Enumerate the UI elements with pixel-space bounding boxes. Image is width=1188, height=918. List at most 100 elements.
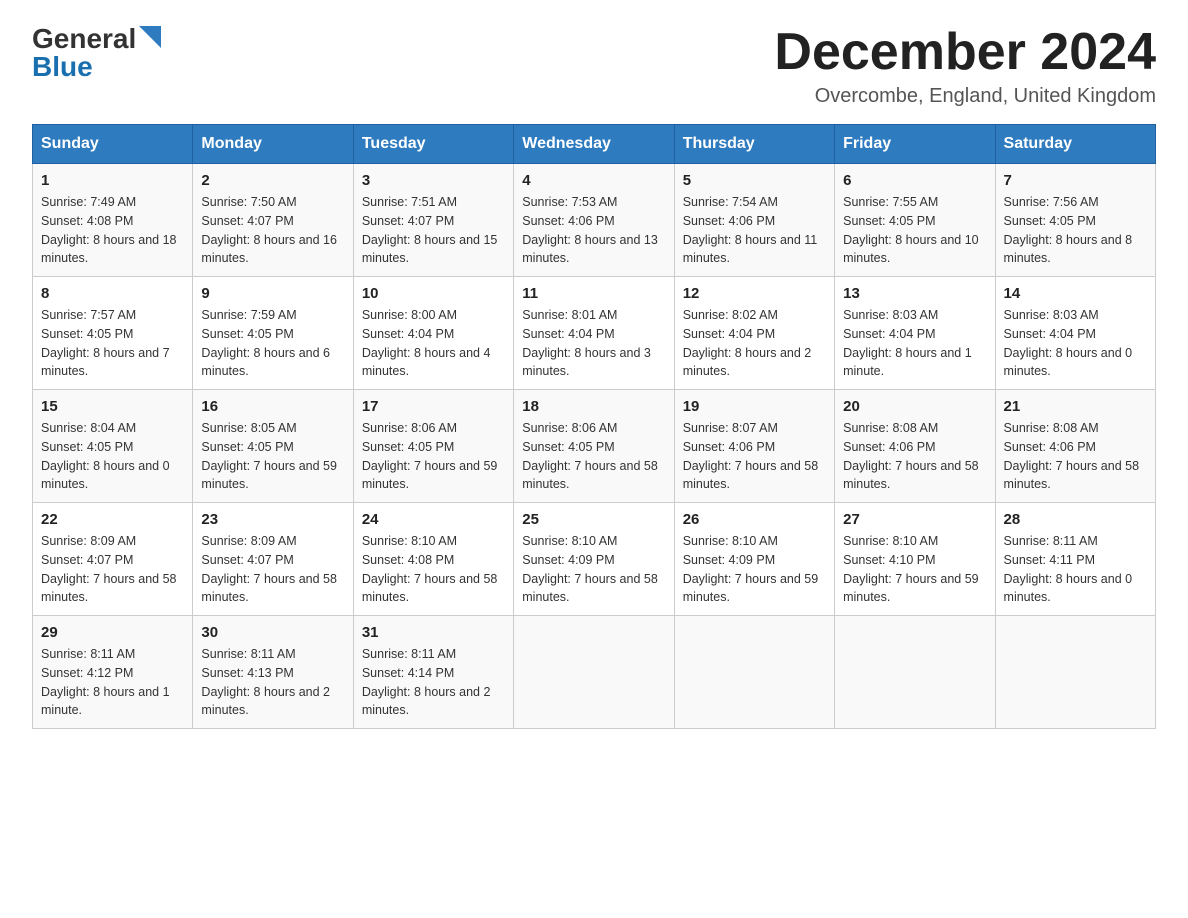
day-number: 27 [843, 511, 986, 528]
day-info: Sunrise: 7:55 AM Sunset: 4:05 PM Dayligh… [843, 193, 986, 268]
day-number: 1 [41, 172, 184, 189]
day-cell: 9 Sunrise: 7:59 AM Sunset: 4:05 PM Dayli… [193, 277, 353, 390]
day-cell: 22 Sunrise: 8:09 AM Sunset: 4:07 PM Dayl… [33, 503, 193, 616]
day-cell: 30 Sunrise: 8:11 AM Sunset: 4:13 PM Dayl… [193, 616, 353, 729]
day-cell: 29 Sunrise: 8:11 AM Sunset: 4:12 PM Dayl… [33, 616, 193, 729]
day-info: Sunrise: 7:54 AM Sunset: 4:06 PM Dayligh… [683, 193, 826, 268]
day-number: 3 [362, 172, 505, 189]
header-cell-tuesday: Tuesday [353, 125, 513, 164]
day-number: 9 [201, 285, 344, 302]
logo-arrow-icon [139, 26, 161, 48]
week-row-1: 1 Sunrise: 7:49 AM Sunset: 4:08 PM Dayli… [33, 164, 1156, 277]
day-number: 20 [843, 398, 986, 415]
day-cell: 18 Sunrise: 8:06 AM Sunset: 4:05 PM Dayl… [514, 390, 674, 503]
day-number: 12 [683, 285, 826, 302]
day-cell: 13 Sunrise: 8:03 AM Sunset: 4:04 PM Dayl… [835, 277, 995, 390]
day-cell: 24 Sunrise: 8:10 AM Sunset: 4:08 PM Dayl… [353, 503, 513, 616]
page-header: General Blue December 2024 Overcombe, En… [32, 24, 1156, 108]
day-info: Sunrise: 7:56 AM Sunset: 4:05 PM Dayligh… [1004, 193, 1147, 268]
day-cell: 16 Sunrise: 8:05 AM Sunset: 4:05 PM Dayl… [193, 390, 353, 503]
day-number: 24 [362, 511, 505, 528]
header-cell-sunday: Sunday [33, 125, 193, 164]
day-cell: 14 Sunrise: 8:03 AM Sunset: 4:04 PM Dayl… [995, 277, 1155, 390]
day-info: Sunrise: 8:06 AM Sunset: 4:05 PM Dayligh… [362, 419, 505, 494]
day-info: Sunrise: 8:11 AM Sunset: 4:12 PM Dayligh… [41, 645, 184, 720]
day-info: Sunrise: 7:53 AM Sunset: 4:06 PM Dayligh… [522, 193, 665, 268]
day-info: Sunrise: 8:08 AM Sunset: 4:06 PM Dayligh… [1004, 419, 1147, 494]
day-info: Sunrise: 8:10 AM Sunset: 4:09 PM Dayligh… [683, 532, 826, 607]
day-info: Sunrise: 7:59 AM Sunset: 4:05 PM Dayligh… [201, 306, 344, 381]
day-cell: 21 Sunrise: 8:08 AM Sunset: 4:06 PM Dayl… [995, 390, 1155, 503]
day-info: Sunrise: 8:09 AM Sunset: 4:07 PM Dayligh… [41, 532, 184, 607]
header-cell-friday: Friday [835, 125, 995, 164]
day-info: Sunrise: 8:01 AM Sunset: 4:04 PM Dayligh… [522, 306, 665, 381]
day-number: 29 [41, 624, 184, 641]
day-number: 17 [362, 398, 505, 415]
day-info: Sunrise: 8:11 AM Sunset: 4:14 PM Dayligh… [362, 645, 505, 720]
day-cell: 23 Sunrise: 8:09 AM Sunset: 4:07 PM Dayl… [193, 503, 353, 616]
day-number: 31 [362, 624, 505, 641]
day-cell: 11 Sunrise: 8:01 AM Sunset: 4:04 PM Dayl… [514, 277, 674, 390]
day-cell: 15 Sunrise: 8:04 AM Sunset: 4:05 PM Dayl… [33, 390, 193, 503]
day-cell: 8 Sunrise: 7:57 AM Sunset: 4:05 PM Dayli… [33, 277, 193, 390]
day-cell: 10 Sunrise: 8:00 AM Sunset: 4:04 PM Dayl… [353, 277, 513, 390]
day-info: Sunrise: 8:11 AM Sunset: 4:11 PM Dayligh… [1004, 532, 1147, 607]
day-cell [674, 616, 834, 729]
header-row: SundayMondayTuesdayWednesdayThursdayFrid… [33, 125, 1156, 164]
day-info: Sunrise: 8:10 AM Sunset: 4:09 PM Dayligh… [522, 532, 665, 607]
month-title: December 2024 [774, 24, 1156, 81]
day-info: Sunrise: 8:02 AM Sunset: 4:04 PM Dayligh… [683, 306, 826, 381]
day-info: Sunrise: 7:49 AM Sunset: 4:08 PM Dayligh… [41, 193, 184, 268]
day-info: Sunrise: 8:06 AM Sunset: 4:05 PM Dayligh… [522, 419, 665, 494]
day-cell: 7 Sunrise: 7:56 AM Sunset: 4:05 PM Dayli… [995, 164, 1155, 277]
day-cell: 4 Sunrise: 7:53 AM Sunset: 4:06 PM Dayli… [514, 164, 674, 277]
day-number: 6 [843, 172, 986, 189]
day-cell: 6 Sunrise: 7:55 AM Sunset: 4:05 PM Dayli… [835, 164, 995, 277]
day-number: 8 [41, 285, 184, 302]
day-info: Sunrise: 7:57 AM Sunset: 4:05 PM Dayligh… [41, 306, 184, 381]
day-cell: 26 Sunrise: 8:10 AM Sunset: 4:09 PM Dayl… [674, 503, 834, 616]
day-info: Sunrise: 8:00 AM Sunset: 4:04 PM Dayligh… [362, 306, 505, 381]
logo-blue: Blue [32, 53, 93, 81]
week-row-3: 15 Sunrise: 8:04 AM Sunset: 4:05 PM Dayl… [33, 390, 1156, 503]
day-number: 2 [201, 172, 344, 189]
day-info: Sunrise: 8:10 AM Sunset: 4:10 PM Dayligh… [843, 532, 986, 607]
day-cell: 19 Sunrise: 8:07 AM Sunset: 4:06 PM Dayl… [674, 390, 834, 503]
logo-general: General [32, 25, 136, 53]
day-number: 19 [683, 398, 826, 415]
day-cell: 5 Sunrise: 7:54 AM Sunset: 4:06 PM Dayli… [674, 164, 834, 277]
day-number: 4 [522, 172, 665, 189]
day-number: 7 [1004, 172, 1147, 189]
calendar-body: 1 Sunrise: 7:49 AM Sunset: 4:08 PM Dayli… [33, 164, 1156, 729]
day-info: Sunrise: 8:05 AM Sunset: 4:05 PM Dayligh… [201, 419, 344, 494]
day-cell [995, 616, 1155, 729]
day-info: Sunrise: 8:08 AM Sunset: 4:06 PM Dayligh… [843, 419, 986, 494]
logo: General Blue [32, 24, 161, 81]
day-number: 22 [41, 511, 184, 528]
day-cell: 3 Sunrise: 7:51 AM Sunset: 4:07 PM Dayli… [353, 164, 513, 277]
day-info: Sunrise: 7:51 AM Sunset: 4:07 PM Dayligh… [362, 193, 505, 268]
week-row-2: 8 Sunrise: 7:57 AM Sunset: 4:05 PM Dayli… [33, 277, 1156, 390]
header-cell-thursday: Thursday [674, 125, 834, 164]
day-number: 5 [683, 172, 826, 189]
day-number: 14 [1004, 285, 1147, 302]
day-info: Sunrise: 8:11 AM Sunset: 4:13 PM Dayligh… [201, 645, 344, 720]
day-number: 21 [1004, 398, 1147, 415]
day-number: 23 [201, 511, 344, 528]
day-info: Sunrise: 8:10 AM Sunset: 4:08 PM Dayligh… [362, 532, 505, 607]
day-info: Sunrise: 8:07 AM Sunset: 4:06 PM Dayligh… [683, 419, 826, 494]
day-number: 16 [201, 398, 344, 415]
day-number: 18 [522, 398, 665, 415]
title-area: December 2024 Overcombe, England, United… [774, 24, 1156, 108]
day-cell: 1 Sunrise: 7:49 AM Sunset: 4:08 PM Dayli… [33, 164, 193, 277]
day-number: 11 [522, 285, 665, 302]
day-info: Sunrise: 8:09 AM Sunset: 4:07 PM Dayligh… [201, 532, 344, 607]
day-info: Sunrise: 8:03 AM Sunset: 4:04 PM Dayligh… [843, 306, 986, 381]
day-info: Sunrise: 8:04 AM Sunset: 4:05 PM Dayligh… [41, 419, 184, 494]
day-number: 30 [201, 624, 344, 641]
day-number: 13 [843, 285, 986, 302]
day-cell: 12 Sunrise: 8:02 AM Sunset: 4:04 PM Dayl… [674, 277, 834, 390]
calendar-header: SundayMondayTuesdayWednesdayThursdayFrid… [33, 125, 1156, 164]
day-cell [835, 616, 995, 729]
week-row-5: 29 Sunrise: 8:11 AM Sunset: 4:12 PM Dayl… [33, 616, 1156, 729]
